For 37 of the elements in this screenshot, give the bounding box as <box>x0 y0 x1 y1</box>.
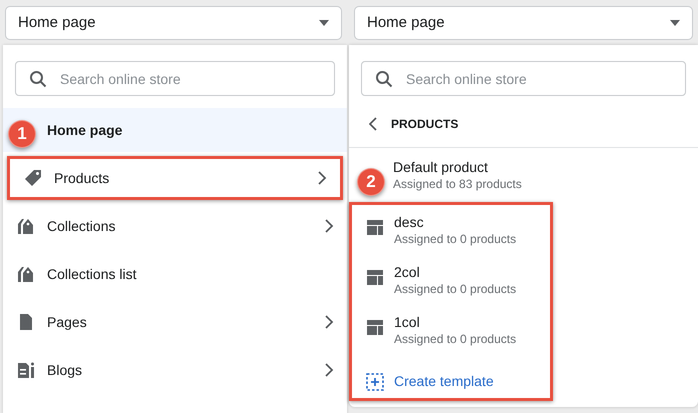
blog-icon <box>16 360 36 380</box>
layout-icon <box>365 317 385 337</box>
chevron-right-icon <box>324 219 334 233</box>
menu-item[interactable]: Collections list <box>3 252 347 296</box>
tags-icon <box>16 264 36 284</box>
caret-down-icon <box>319 20 329 26</box>
template-dropdown[interactable]: Home page <box>5 6 342 40</box>
template-name[interactable]: desc <box>394 213 516 231</box>
template-name[interactable]: 2col <box>394 263 516 281</box>
search-field[interactable]: Search online store <box>15 61 335 96</box>
search-icon <box>29 70 47 88</box>
template-subtitle: Assigned to 0 products <box>394 331 516 348</box>
caret-down-icon <box>670 20 680 26</box>
template-subtitle: Assigned to 83 products <box>393 176 523 192</box>
search-field[interactable]: Search online store <box>361 61 686 96</box>
layout-icon <box>365 217 385 237</box>
step-badge: 2 <box>357 168 385 196</box>
create-template-link[interactable]: Create template <box>394 371 494 392</box>
chevron-right-icon <box>317 171 327 185</box>
search-icon <box>375 70 393 88</box>
menu-item[interactable]: Blogs <box>3 348 347 392</box>
layout-icon <box>365 267 385 287</box>
template-dropdown[interactable]: Home page <box>354 6 693 40</box>
chevron-right-icon <box>324 363 334 377</box>
menu-item[interactable]: Pages <box>3 300 347 344</box>
chevron-right-icon <box>324 315 334 329</box>
tags-icon <box>16 216 36 236</box>
tag-icon <box>23 168 43 188</box>
menu-item[interactable]: Collections <box>3 204 347 248</box>
section-header: PRODUCTS <box>391 116 458 132</box>
template-name[interactable]: 1col <box>394 313 516 331</box>
template-subtitle: Assigned to 0 products <box>394 231 516 248</box>
template-name[interactable]: Default product <box>393 158 698 176</box>
add-icon <box>365 372 385 392</box>
template-subtitle: Assigned to 0 products <box>394 281 516 298</box>
back-icon[interactable] <box>369 116 377 130</box>
menu-item[interactable]: Products <box>7 156 343 200</box>
